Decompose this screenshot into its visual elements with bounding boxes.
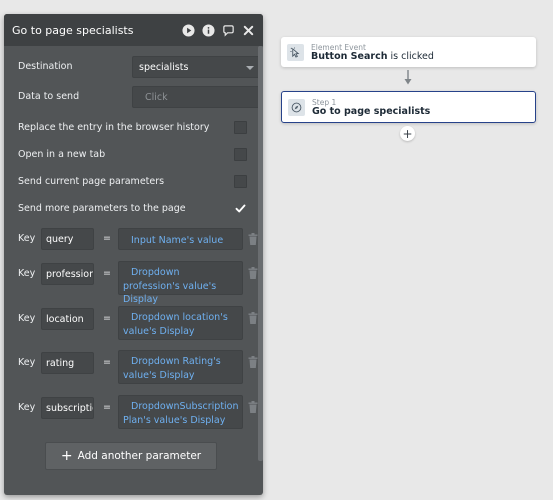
step-action-name: Go to page specialists [312, 106, 431, 117]
parameter-row: Key rating = Dropdown Rating's value's D… [18, 350, 258, 384]
trash-icon[interactable] [248, 356, 258, 368]
checkmark-icon [235, 204, 246, 213]
parameter-row: Key profession = Dropdown profession's v… [18, 261, 258, 305]
param-equals: = [103, 233, 111, 244]
param-key-input[interactable]: profession [41, 263, 94, 285]
param-value-expression[interactable]: Dropdown Rating's value's Display [118, 350, 243, 384]
option-new-tab-label: Open in a new tab [18, 149, 106, 160]
step-card-title: Go to page specialists [312, 106, 431, 117]
data-to-send-label: Data to send [18, 91, 80, 102]
play-icon[interactable] [181, 23, 195, 37]
param-key-input[interactable]: rating [41, 352, 94, 374]
action-property-editor: Go to page specialists Destination speci… [4, 14, 263, 495]
option-send-more-params-label: Send more parameters to the page [18, 203, 186, 214]
pointer-click-icon [287, 43, 304, 61]
option-replace-history-label: Replace the entry in the browser history [18, 122, 210, 133]
add-parameter-button[interactable]: + Add another parameter [45, 442, 217, 470]
option-new-tab-checkbox[interactable] [234, 148, 247, 161]
param-value-expression[interactable]: DropdownSubscription Plan's value's Disp… [118, 395, 243, 429]
destination-value: specialists [139, 62, 189, 73]
event-element-name: Button Search [311, 51, 388, 62]
trash-icon[interactable] [248, 401, 258, 413]
param-value-text: Input Name's value [131, 235, 224, 246]
plus-icon: + [60, 448, 73, 464]
param-equals: = [103, 313, 111, 324]
event-card-title: Button Search is clicked [311, 51, 434, 62]
add-step-button[interactable]: + [400, 126, 415, 141]
param-equals: = [103, 402, 111, 413]
chevron-down-icon [246, 66, 254, 70]
data-to-send-row: Data to send Click [18, 86, 261, 108]
event-action-text: is clicked [387, 51, 434, 62]
option-replace-history-row: Replace the entry in the browser history [18, 121, 249, 135]
trash-icon[interactable] [248, 233, 258, 245]
param-key-label: Key [18, 402, 36, 413]
param-value-text: Dropdown profession's value's Display [123, 267, 217, 305]
panel-title: Go to page specialists [12, 23, 134, 37]
param-key-label: Key [18, 268, 36, 279]
data-to-send-field[interactable]: Click [132, 86, 261, 108]
param-value-text: Dropdown location's value's Display [123, 312, 228, 337]
parameter-row: Key subscription = DropdownSubscription … [18, 395, 258, 429]
param-key-label: Key [18, 357, 36, 368]
option-send-current-params-checkbox[interactable] [234, 175, 247, 188]
option-new-tab-row: Open in a new tab [18, 148, 249, 162]
data-to-send-placeholder: Click [145, 92, 168, 103]
destination-label: Destination [18, 61, 73, 72]
parameter-row: Key query = Input Name's value [18, 228, 258, 250]
param-value-text: Dropdown Rating's value's Display [123, 356, 221, 381]
trash-icon[interactable] [248, 267, 258, 279]
arrow-down-icon [404, 70, 412, 85]
compass-icon [288, 98, 305, 116]
info-icon[interactable] [201, 23, 215, 37]
destination-dropdown[interactable]: specialists [132, 56, 261, 78]
step-card[interactable]: Step 1 Go to page specialists [281, 91, 536, 123]
option-send-more-params-row: Send more parameters to the page [18, 202, 249, 216]
param-key-input[interactable]: query [41, 228, 94, 250]
close-icon[interactable] [241, 23, 255, 37]
option-replace-history-checkbox[interactable] [234, 121, 247, 134]
param-value-expression[interactable]: Input Name's value [118, 228, 243, 250]
option-send-current-params-row: Send current page parameters [18, 175, 249, 189]
trash-icon[interactable] [248, 312, 258, 324]
option-send-current-params-label: Send current page parameters [18, 176, 165, 187]
event-card[interactable]: Element Event Button Search is clicked [281, 37, 536, 67]
param-key-label: Key [18, 233, 36, 244]
destination-row: Destination specialists [18, 56, 261, 78]
param-key-label: Key [18, 313, 36, 324]
param-key-input[interactable]: location [41, 308, 94, 330]
parameter-row: Key location = Dropdown location's value… [18, 306, 258, 340]
param-value-expression[interactable]: Dropdown profession's value's Display [118, 261, 243, 305]
param-key-input[interactable]: subscription [41, 397, 94, 419]
param-value-expression[interactable]: Dropdown location's value's Display [118, 306, 243, 340]
comment-icon[interactable] [221, 23, 235, 37]
add-parameter-label: Add another parameter [77, 450, 202, 462]
option-send-more-params-checkbox[interactable] [234, 202, 247, 215]
param-equals: = [103, 357, 111, 368]
panel-scrollbar[interactable] [258, 46, 263, 461]
param-value-text: DropdownSubscription Plan's value's Disp… [123, 401, 239, 426]
panel-header[interactable]: Go to page specialists [4, 14, 263, 46]
param-equals: = [103, 268, 111, 279]
